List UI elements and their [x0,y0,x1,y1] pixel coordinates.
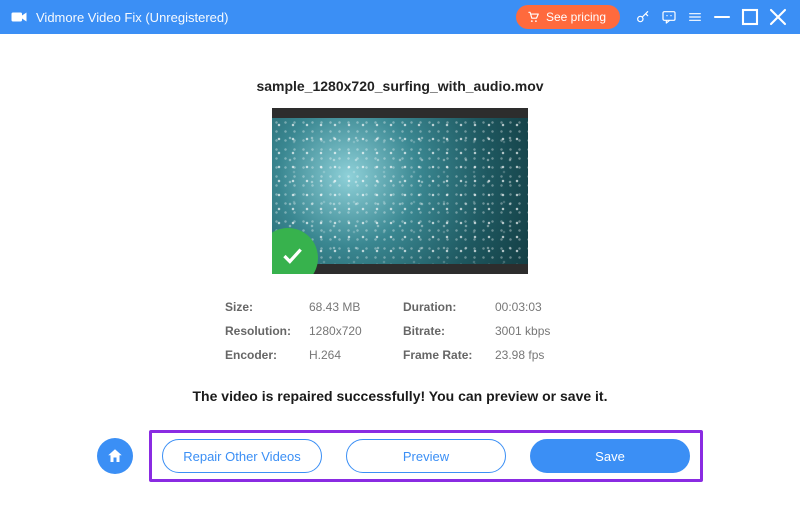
main-content: sample_1280x720_surfing_with_audio.mov S… [0,34,800,516]
app-window: Vidmore Video Fix (Unregistered) See pri… [0,0,800,516]
success-message: The video is repaired successfully! You … [193,388,608,404]
duration-value: 00:03:03 [495,300,575,314]
bitrate-label: Bitrate: [403,324,491,338]
see-pricing-label: See pricing [546,10,606,24]
encoder-label: Encoder: [225,348,305,362]
resolution-value: 1280x720 [309,324,399,338]
cart-icon [526,10,540,24]
app-title: Vidmore Video Fix (Unregistered) [36,10,228,25]
titlebar: Vidmore Video Fix (Unregistered) See pri… [0,0,800,34]
home-button[interactable] [97,438,133,474]
resolution-label: Resolution: [225,324,305,338]
size-label: Size: [225,300,305,314]
menu-icon[interactable] [682,4,708,30]
encoder-value: H.264 [309,348,399,362]
minimize-button[interactable] [708,4,736,30]
maximize-button[interactable] [736,4,764,30]
video-thumbnail [272,108,528,274]
feedback-icon[interactable] [656,4,682,30]
repair-other-videos-button[interactable]: Repair Other Videos [162,439,322,473]
check-icon [279,242,305,268]
framerate-label: Frame Rate: [403,348,491,362]
filename-label: sample_1280x720_surfing_with_audio.mov [256,78,543,94]
preview-button[interactable]: Preview [346,439,506,473]
bitrate-value: 3001 kbps [495,324,575,338]
actions-highlight-box: Repair Other Videos Preview Save [149,430,703,482]
bottom-actions-row: Repair Other Videos Preview Save [97,430,703,482]
video-info-grid: Size: 68.43 MB Duration: 00:03:03 Resolu… [225,300,575,362]
save-button[interactable]: Save [530,439,690,473]
app-logo-icon [10,8,28,26]
size-value: 68.43 MB [309,300,399,314]
framerate-value: 23.98 fps [495,348,575,362]
home-icon [106,447,124,465]
duration-label: Duration: [403,300,491,314]
see-pricing-button[interactable]: See pricing [516,5,620,29]
close-button[interactable] [764,4,792,30]
key-icon[interactable] [630,4,656,30]
